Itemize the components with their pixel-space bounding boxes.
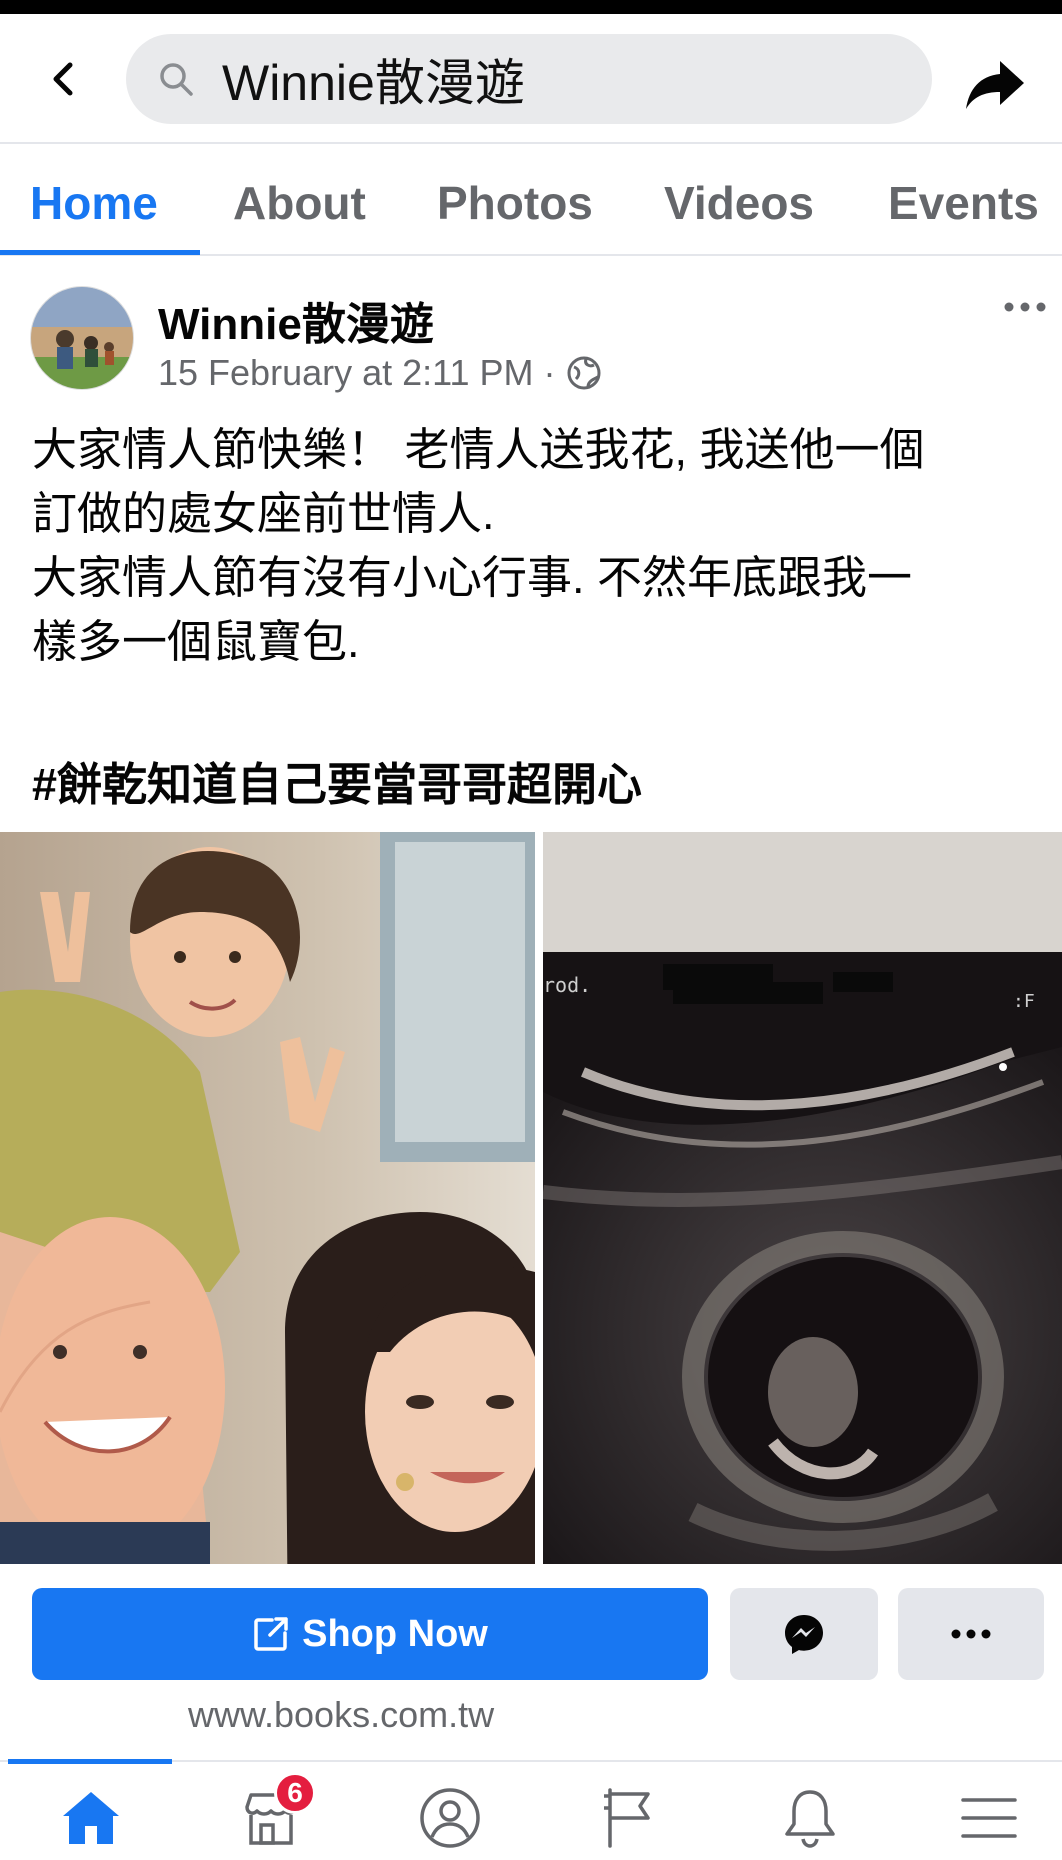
ultrasound-photo[interactable]: rod. :F [543,832,1062,1564]
avatar-photo [31,287,133,389]
profile-icon [420,1788,480,1848]
nav-pages[interactable] [585,1778,675,1858]
shop-now-button[interactable]: Shop Now [32,1588,708,1680]
messenger-button[interactable] [730,1588,878,1680]
messenger-icon [785,1615,823,1654]
shop-now-label: Shop Now [302,1612,488,1655]
post-photos: rod. :F [0,832,1062,1564]
ultrasound-label-left: rod. [543,973,591,997]
tab-events[interactable]: Events [888,176,1039,230]
search-icon [160,63,193,96]
share-button[interactable] [960,50,1030,120]
search-bar[interactable]: Winnie散漫遊 [126,34,932,124]
menu-icon [961,1798,1017,1838]
page-tabs: Home About Photos Videos Events [0,146,1062,256]
tab-videos[interactable]: Videos [664,176,814,230]
post-text-line: 訂做的處女座前世情人. [32,488,495,539]
tab-home[interactable]: Home [30,176,158,230]
notifications-bell-icon [785,1790,835,1848]
meta-separator: · [543,352,556,393]
post-text-line: 大家情人節快樂！ 老情人送我花, 我送他一個 [32,424,925,475]
post-header: Winnie散漫遊 15 February at 2:11 PM · [0,270,1062,400]
more-dots-icon [1004,302,1046,312]
nav-menu[interactable] [944,1778,1034,1858]
ultrasound-label-right: :F [1013,991,1035,1012]
globe-icon [567,356,601,390]
top-header: Winnie散漫遊 [0,14,1062,144]
nav-notifications[interactable] [765,1778,855,1858]
back-button[interactable] [28,44,98,114]
more-dots-icon [951,1629,991,1639]
marketplace-badge: 6 [274,1772,316,1814]
post-meta: 15 February at 2:11 PM · [158,352,602,394]
post-text-line: 大家情人節有沒有小心行事. 不然年底跟我一 [32,552,913,603]
share-arrow-icon [966,61,1024,109]
nav-profile[interactable] [405,1778,495,1858]
nav-home[interactable] [46,1778,136,1858]
more-actions-button[interactable] [898,1588,1044,1680]
post-timestamp[interactable]: 15 February at 2:11 PM [158,352,534,394]
active-nav-indicator [8,1759,172,1764]
avatar[interactable] [30,286,134,390]
bottom-navigation: 6 [0,1759,1062,1860]
family-selfie-photo[interactable] [0,832,535,1564]
external-link-icon [254,1617,288,1651]
post-hashtag[interactable]: #餅乾知道自己要當哥哥超開心 [32,748,642,813]
post-more-button[interactable] [1000,292,1050,322]
post-author-name[interactable]: Winnie散漫遊 [158,288,434,352]
nav-marketplace[interactable]: 6 [226,1772,316,1858]
post-text-line: 樣多一個鼠寶包. [32,616,360,667]
chevron-left-icon [53,62,73,96]
home-icon [63,1792,119,1844]
post-body: 大家情人節快樂！ 老情人送我花, 我送他一個 訂做的處女座前世情人. 大家情人節… [32,418,1042,674]
status-bar [0,0,1062,14]
link-domain[interactable]: www.books.com.tw [188,1694,494,1736]
tab-about[interactable]: About [233,176,366,230]
active-tab-indicator [0,250,200,255]
pages-flag-icon [604,1788,650,1848]
search-query: Winnie散漫遊 [222,55,525,111]
tab-photos[interactable]: Photos [437,176,593,230]
